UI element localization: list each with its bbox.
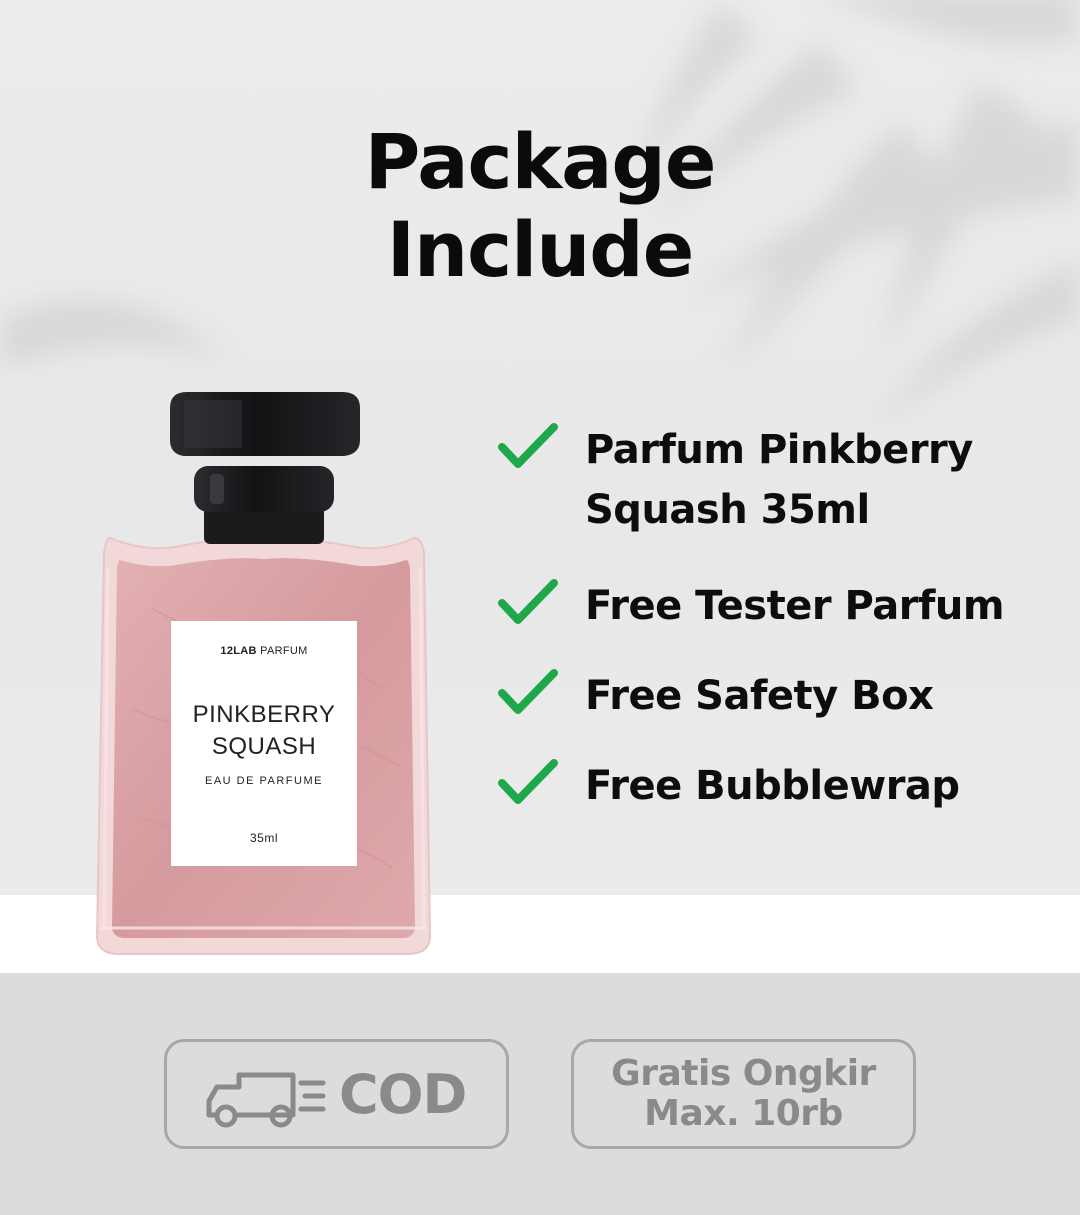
label-product-size: 35ml (249, 831, 278, 845)
free-shipping-label: Gratis Ongkir Max. 10rb (574, 1054, 913, 1134)
checkmark-icon (498, 579, 558, 624)
list-item: Free Safety Box (498, 666, 934, 726)
list-item: Parfum Pinkberry Squash 35ml (498, 420, 973, 540)
cod-label: COD (339, 1063, 467, 1126)
checkmark-icon (498, 669, 558, 714)
label-product-type: EAU DE PARFUME (205, 775, 323, 787)
title-line-2: Include (386, 205, 695, 294)
title-line-1: Package (364, 117, 717, 206)
list-item-label: Parfum Pinkberry Squash 35ml (585, 427, 973, 533)
free-shipping-line-2: Max. 10rb (644, 1093, 843, 1134)
checkmark-icon (498, 423, 558, 468)
footer-strip (0, 973, 1080, 1215)
list-item: Free Tester Parfum (498, 576, 1005, 636)
list-item-label: Free Safety Box (585, 673, 934, 719)
product-package-banner: Package Include 12LAB PARFUM PINKBERRY S… (0, 0, 1080, 1215)
list-item-label: Free Tester Parfum (585, 583, 1005, 629)
list-item: Free Bubblewrap (498, 756, 960, 816)
brand-suffix: PARFUM (260, 645, 308, 657)
free-shipping-badge: Gratis Ongkir Max. 10rb (571, 1039, 916, 1149)
checkmark-icon (498, 759, 558, 804)
product-name-line-2: SQUASH (211, 733, 317, 760)
cod-badge: COD (164, 1039, 509, 1149)
label-brand: 12LAB PARFUM (171, 645, 357, 657)
brand-name: 12LAB (220, 645, 257, 657)
product-label: 12LAB PARFUM PINKBERRY SQUASH EAU DE PAR… (171, 621, 357, 866)
delivery-truck-icon (206, 1072, 326, 1128)
free-shipping-line-1: Gratis Ongkir (611, 1053, 876, 1094)
product-name-line-1: PINKBERRY (192, 701, 336, 728)
list-item-label: Free Bubblewrap (585, 763, 960, 809)
page-title: Package Include (0, 118, 1080, 294)
label-product-name: PINKBERRY SQUASH (171, 699, 357, 763)
